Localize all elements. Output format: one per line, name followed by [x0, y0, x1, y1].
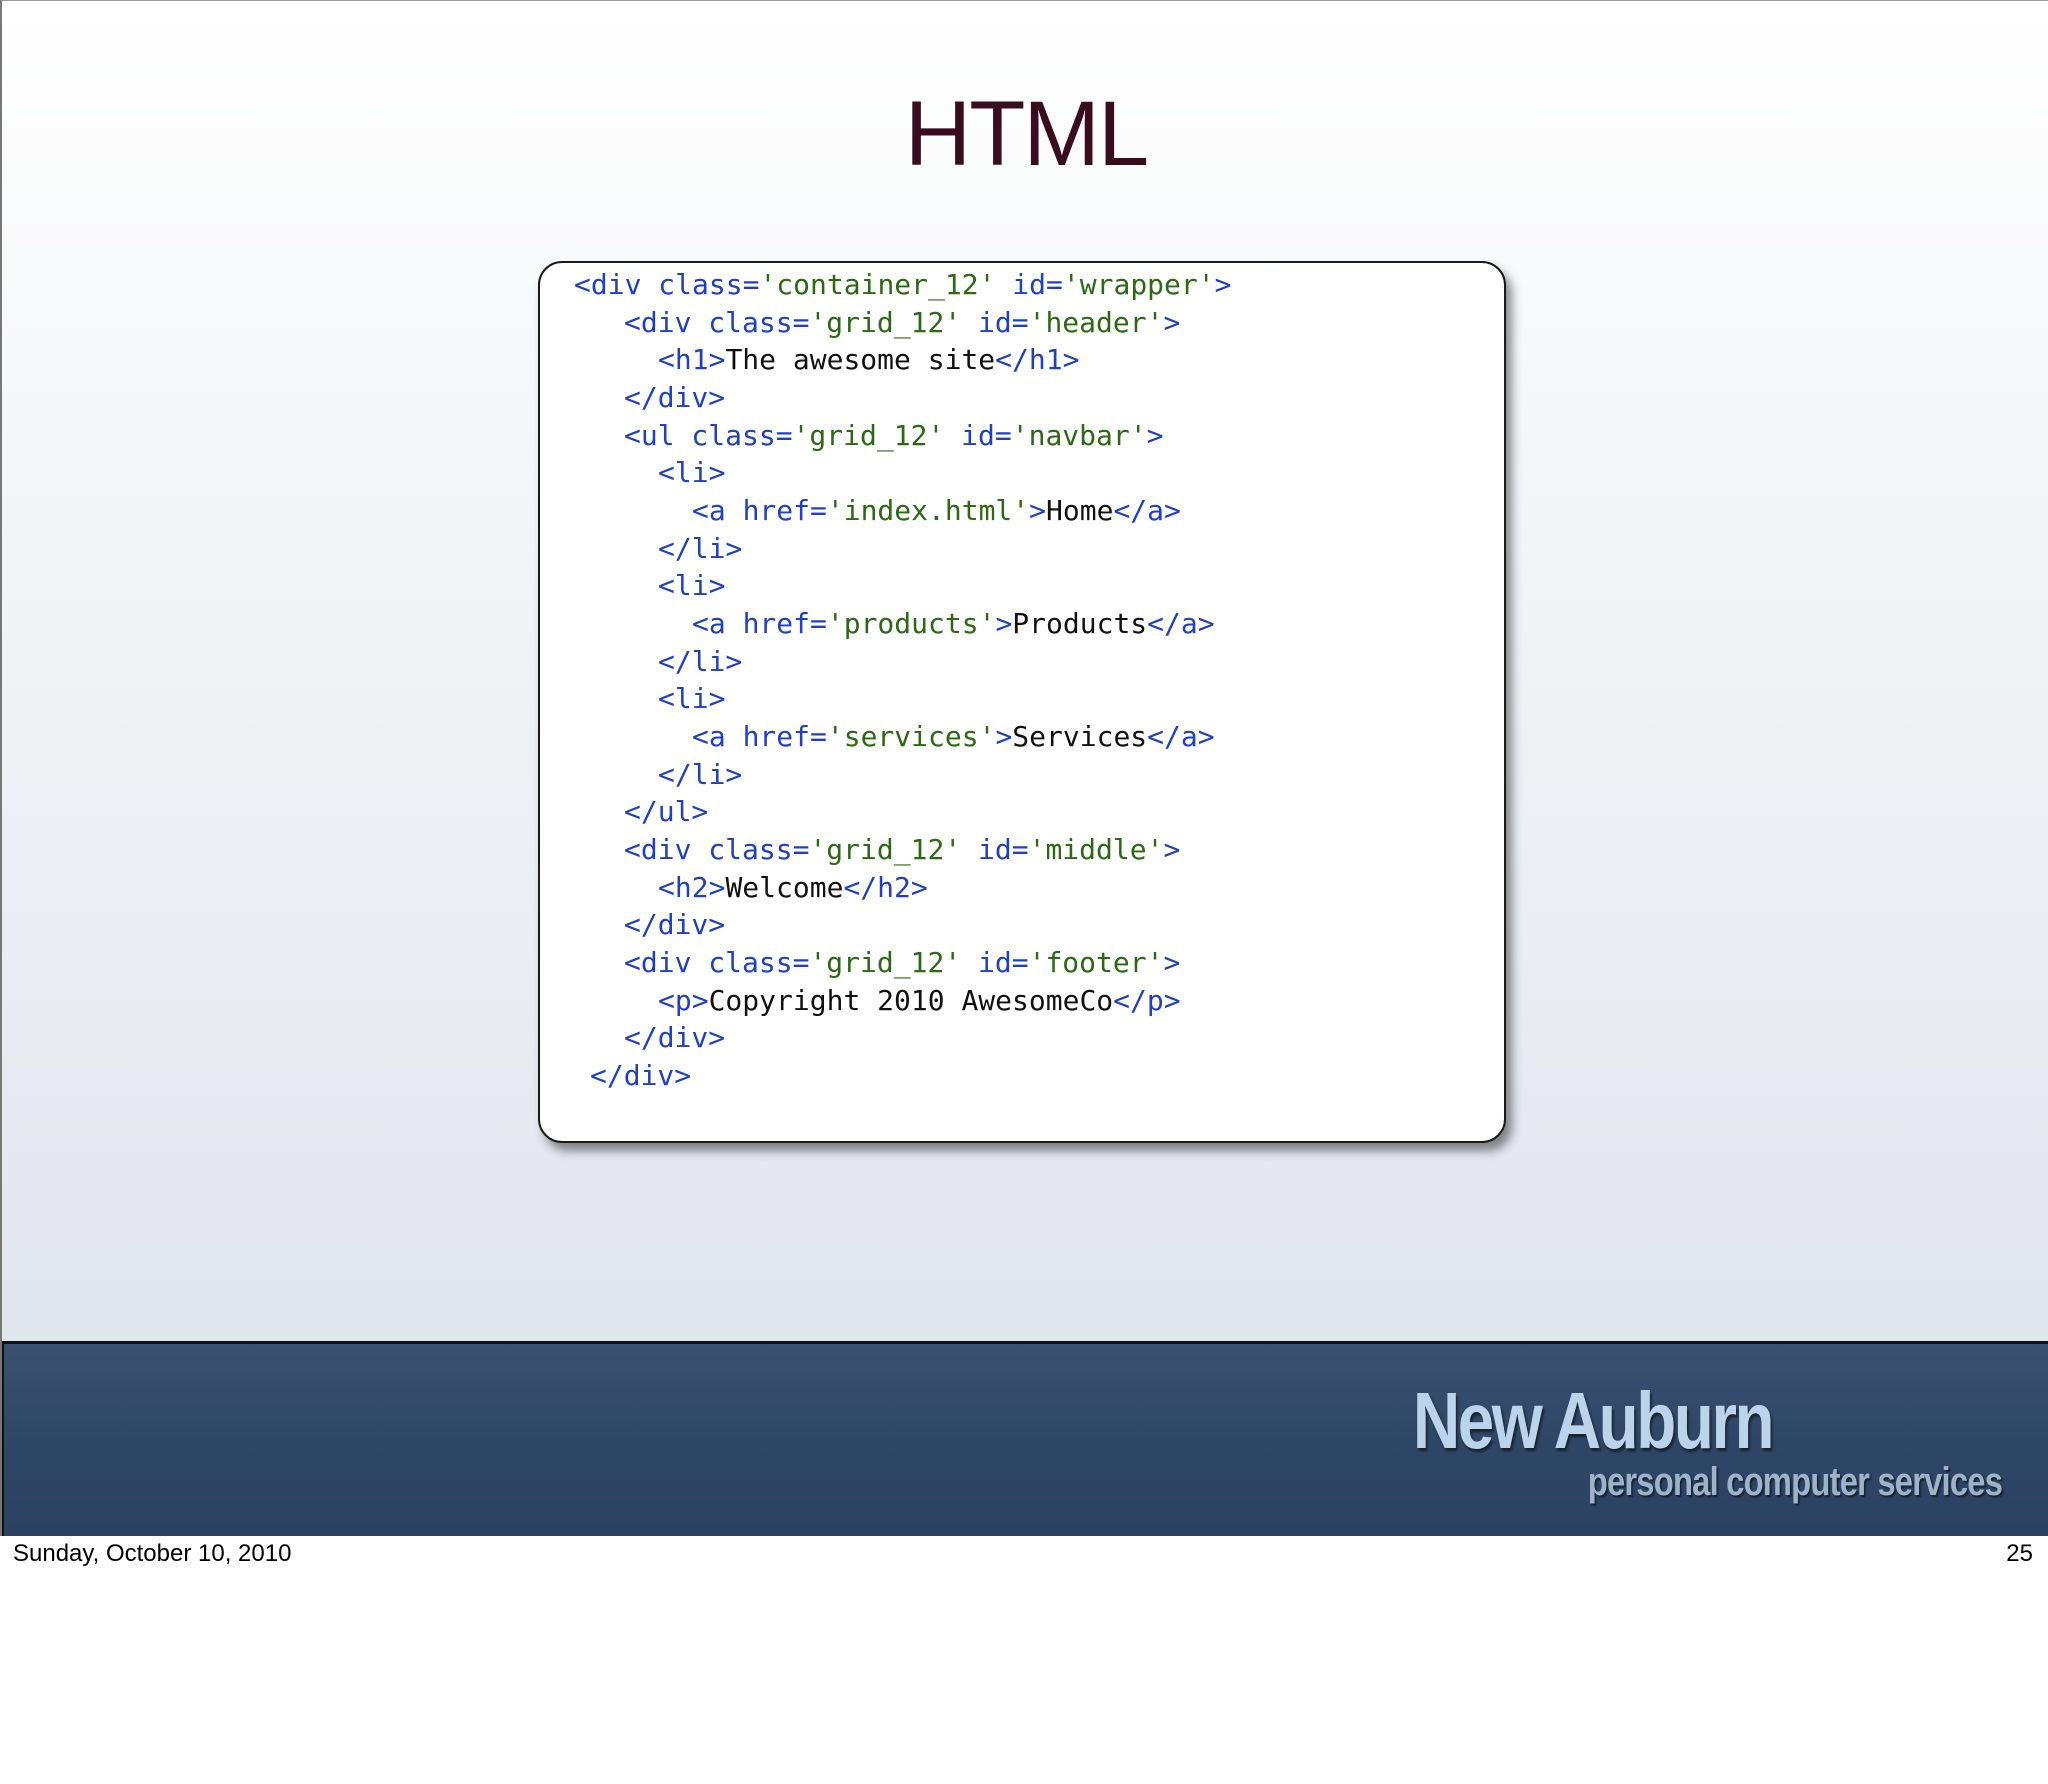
code-token: 'wrapper'	[1062, 268, 1215, 301]
code-token: id=	[995, 268, 1063, 301]
code-token: 'footer'	[1028, 946, 1164, 979]
code-token: </a>	[1113, 494, 1181, 527]
code-token: </p>	[1113, 984, 1181, 1017]
code-token: >	[995, 607, 1013, 640]
code-token: </ul>	[624, 795, 709, 828]
code-token: </a>	[1147, 720, 1215, 753]
code-line: </ul>	[624, 794, 708, 830]
code-token: <div class=	[574, 268, 760, 301]
code-token: <div class=	[624, 946, 810, 979]
code-line: </li>	[658, 644, 742, 680]
code-line: <p>Copyright 2010 AwesomeCo</p>	[658, 983, 1181, 1019]
code-token: </h2>	[843, 871, 928, 904]
code-line: <li>	[658, 681, 725, 717]
code-token: <li>	[658, 569, 726, 602]
code-token: <a href=	[692, 720, 827, 753]
code-token: 'grid_12'	[792, 419, 945, 452]
code-line: <a href='products'>Products</a>	[692, 606, 1215, 642]
code-token: >	[1163, 833, 1181, 866]
code-token: </div>	[590, 1059, 692, 1092]
code-listing: <div class='container_12' id='wrapper'> <…	[540, 263, 1504, 1141]
code-token: <p>	[658, 984, 709, 1017]
code-token: Copyright 2010 AwesomeCo	[708, 984, 1114, 1017]
slide-title: HTML	[904, 83, 1149, 185]
code-line: <div class='grid_12' id='middle'>	[624, 832, 1180, 868]
code-line: <ul class='grid_12' id='navbar'>	[624, 418, 1163, 454]
code-line: </div>	[624, 1020, 725, 1056]
code-token: <h1>	[658, 343, 726, 376]
code-token: id=	[944, 419, 1012, 452]
code-token: </a>	[1147, 607, 1215, 640]
code-token: <div class=	[624, 306, 810, 339]
code-token: >	[1214, 268, 1232, 301]
code-token: <li>	[658, 682, 726, 715]
slide: HTML <div class='container_12' id='wrapp…	[0, 0, 2048, 1536]
company-logo: New Auburn personal computer services	[1334, 1376, 2003, 1504]
code-token: <a href=	[692, 494, 827, 527]
page-number: 25	[2006, 1540, 2033, 1567]
code-line: </div>	[624, 907, 725, 943]
code-token: id=	[961, 833, 1029, 866]
code-line: <div class='grid_12' id='header'>	[624, 305, 1180, 341]
code-line: <li>	[658, 455, 725, 491]
code-token: </li>	[658, 645, 743, 678]
logo-title: New Auburn	[1412, 1376, 1775, 1465]
code-token: 'middle'	[1028, 833, 1164, 866]
code-token: id=	[961, 306, 1029, 339]
code-line: <h1>The awesome site</h1>	[658, 342, 1079, 378]
code-token: 'grid_12'	[809, 833, 962, 866]
code-line: </li>	[658, 531, 742, 567]
code-token: >	[1163, 306, 1181, 339]
code-token: id=	[961, 946, 1029, 979]
logo-tagline: personal computer services	[1587, 1460, 2003, 1504]
code-token: <div class=	[624, 833, 810, 866]
code-token: 'services'	[826, 720, 996, 753]
code-token: Products	[1012, 607, 1148, 640]
code-token: </div>	[624, 1021, 726, 1054]
code-token: </li>	[658, 758, 743, 791]
code-token: <ul class=	[624, 419, 793, 452]
code-token: >	[995, 720, 1013, 753]
code-line: <div class='grid_12' id='footer'>	[624, 945, 1180, 981]
code-token: Services	[1012, 720, 1148, 753]
code-token: <li>	[658, 456, 726, 489]
code-token: Welcome	[725, 871, 844, 904]
code-token: 'index.html'	[826, 494, 1030, 527]
code-token: >	[1146, 419, 1164, 452]
code-token: Home	[1046, 494, 1114, 527]
code-line: <li>	[658, 568, 725, 604]
code-token: 'grid_12'	[809, 306, 962, 339]
code-line: </div>	[624, 380, 725, 416]
code-token: 'products'	[826, 607, 996, 640]
code-line: <a href='services'>Services</a>	[692, 719, 1215, 755]
code-token: 'header'	[1028, 306, 1164, 339]
code-line: </div>	[590, 1058, 691, 1094]
code-token: <h2>	[658, 871, 726, 904]
code-line: <a href='index.html'>Home</a>	[692, 493, 1181, 529]
code-token: </li>	[658, 532, 743, 565]
code-box: <div class='container_12' id='wrapper'> <…	[538, 261, 1506, 1143]
code-token: </div>	[624, 381, 726, 414]
code-line: </li>	[658, 757, 742, 793]
code-token: <a href=	[692, 607, 827, 640]
code-line: <h2>Welcome</h2>	[658, 870, 928, 906]
code-token: 'container_12'	[759, 268, 996, 301]
code-token: </h1>	[995, 343, 1080, 376]
code-token: The awesome site	[725, 343, 996, 376]
code-token: >	[1163, 946, 1181, 979]
code-token: 'navbar'	[1011, 419, 1147, 452]
footer-band: New Auburn personal computer services	[2, 1341, 2048, 1536]
code-token: </div>	[624, 908, 726, 941]
code-token: 'grid_12'	[809, 946, 962, 979]
footer-date: Sunday, October 10, 2010	[13, 1540, 292, 1567]
code-line: <div class='container_12' id='wrapper'>	[574, 267, 1231, 303]
code-token: >	[1029, 494, 1047, 527]
page-footer	[0, 1536, 2048, 1784]
